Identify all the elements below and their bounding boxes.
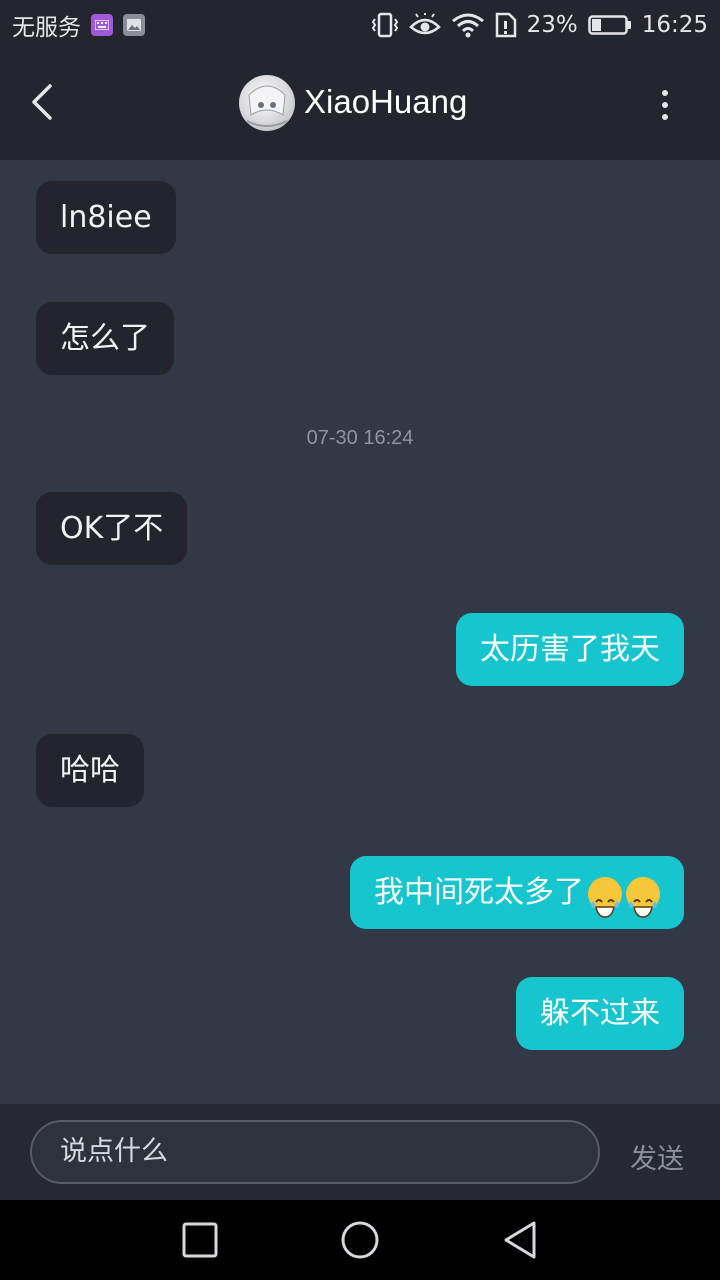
message-text: 太历害了我天	[480, 632, 660, 667]
laughing-emoji-icon	[588, 876, 622, 918]
composer-bar: 说点什么 发送	[0, 1104, 720, 1200]
image-icon	[123, 14, 145, 36]
status-bar: 无服务 23% 16:25	[0, 0, 720, 50]
message-outgoing[interactable]: 太历害了我天	[456, 613, 684, 686]
battery-percent: 23%	[526, 12, 578, 38]
vibrate-icon	[371, 12, 398, 38]
battery-icon	[587, 15, 631, 35]
more-options-button[interactable]	[650, 85, 680, 125]
message-text: 哈哈	[60, 753, 120, 788]
nav-back-button[interactable]	[498, 1218, 542, 1262]
message-input-placeholder: 说点什么	[60, 1136, 168, 1167]
message-text: 躲不过来	[540, 996, 660, 1031]
wifi-icon	[451, 13, 484, 38]
message-input[interactable]: 说点什么	[30, 1120, 600, 1184]
keyboard-icon	[91, 14, 113, 36]
sim-icon	[495, 12, 516, 38]
nav-back-icon	[504, 1221, 536, 1259]
message-outgoing[interactable]: 我中间死太多了	[350, 856, 684, 929]
send-button[interactable]: 发送	[630, 1137, 684, 1176]
message-incoming[interactable]: 怎么了	[36, 302, 174, 375]
system-nav-bar	[0, 1200, 720, 1280]
message-incoming[interactable]: 哈哈	[36, 734, 144, 807]
avatar[interactable]	[239, 75, 295, 131]
nav-square-icon	[182, 1222, 218, 1258]
status-right: 23% 16:25	[371, 12, 708, 38]
chat-header: XiaoHuang	[0, 50, 720, 160]
back-button[interactable]	[22, 80, 72, 130]
message-text: OK了不	[60, 511, 164, 546]
eye-icon	[408, 13, 441, 35]
back-icon	[32, 84, 52, 120]
home-button[interactable]	[338, 1218, 382, 1262]
message-text: 我中间死太多了	[374, 875, 584, 910]
message-incoming[interactable]: ln8iee	[36, 181, 176, 254]
status-left: 无服务	[12, 8, 145, 42]
laughing-emoji-icon	[626, 876, 660, 918]
more-icon	[662, 90, 668, 120]
message-list[interactable]: ln8iee 怎么了 07-30 16:24 OK了不 太历害了我天 哈哈 我中…	[0, 160, 720, 1104]
chat-title: XiaoHuang	[304, 83, 468, 120]
clock: 16:25	[641, 12, 708, 38]
recents-button[interactable]	[178, 1218, 222, 1262]
message-incoming[interactable]: OK了不	[36, 492, 188, 565]
message-text: ln8iee	[60, 200, 152, 235]
message-outgoing[interactable]: 躲不过来	[516, 977, 684, 1050]
message-text: 怎么了	[60, 321, 150, 356]
message-timestamp: 07-30 16:24	[306, 427, 414, 449]
carrier-text: 无服务	[12, 15, 81, 41]
nav-circle-icon	[341, 1221, 379, 1259]
